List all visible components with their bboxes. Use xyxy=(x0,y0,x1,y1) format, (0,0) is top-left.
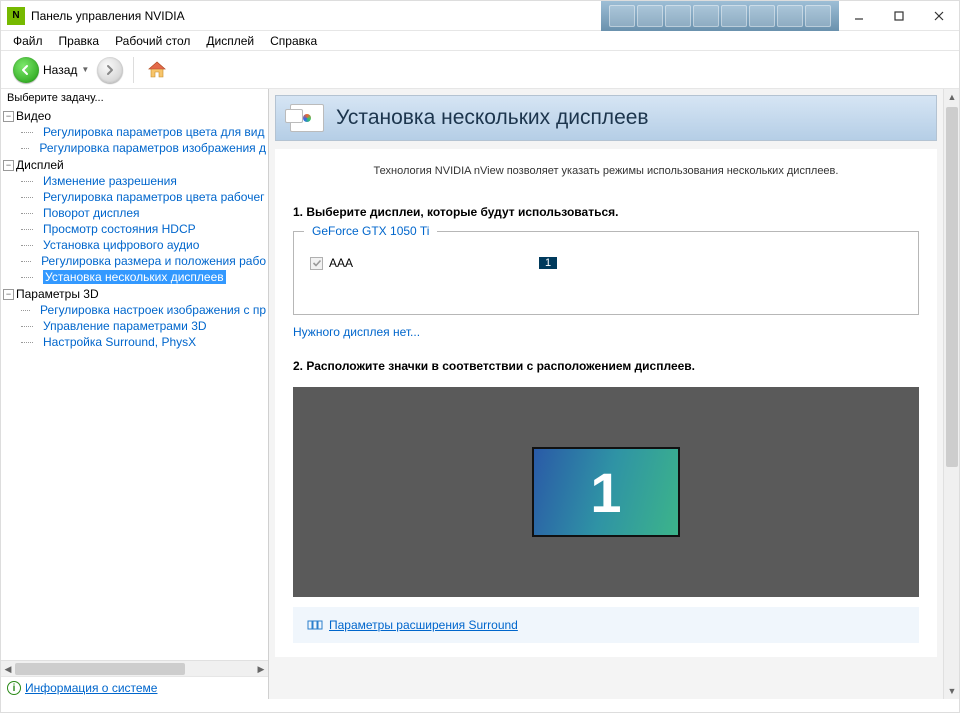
tree-item[interactable]: Регулировка параметров цвета рабочег xyxy=(21,189,266,205)
tool-icon[interactable] xyxy=(805,5,831,27)
tree-item[interactable]: Поворот дисплея xyxy=(21,205,266,221)
home-button[interactable] xyxy=(144,57,170,83)
tree-item-label: Поворот дисплея xyxy=(43,206,140,220)
tree-category[interactable]: −Дисплей xyxy=(3,157,266,173)
app-logo-icon: N xyxy=(7,7,25,25)
tool-strip xyxy=(601,1,839,31)
menu-bar: Файл Правка Рабочий стол Дисплей Справка xyxy=(1,31,959,51)
title-bar: N Панель управления NVIDIA xyxy=(1,1,959,31)
tree-toggle-icon[interactable]: − xyxy=(3,160,14,171)
menu-desktop[interactable]: Рабочий стол xyxy=(107,31,198,50)
window-title: Панель управления NVIDIA xyxy=(31,9,185,23)
scroll-down-icon[interactable]: ▼ xyxy=(944,683,959,699)
tree-category[interactable]: −Видео xyxy=(3,108,266,124)
tool-icon[interactable] xyxy=(637,5,663,27)
gpu-legend: GeForce GTX 1050 Ti xyxy=(304,224,437,238)
tree-category-label: Видео xyxy=(16,109,51,123)
tree-category-label: Параметры 3D xyxy=(16,287,99,301)
info-icon: i xyxy=(7,681,21,695)
minimize-button[interactable] xyxy=(839,1,879,31)
tree-item[interactable]: Регулировка параметров цвета для вид xyxy=(21,124,266,140)
back-label: Назад xyxy=(43,63,77,77)
forward-button[interactable] xyxy=(97,57,123,83)
maximize-button[interactable] xyxy=(879,1,919,31)
tree-item-label: Регулировка размера и положения рабо xyxy=(41,254,266,268)
tree-item-label: Настройка Surround, PhysX xyxy=(43,335,196,349)
display-id-badge: 1 xyxy=(539,257,557,269)
tree-item[interactable]: Просмотр состояния HDCP xyxy=(21,221,266,237)
display-checkbox[interactable] xyxy=(310,257,323,270)
back-button[interactable]: Назад ▼ xyxy=(9,55,93,85)
display-monitor[interactable]: 1 xyxy=(532,447,680,537)
divider xyxy=(133,57,134,83)
content-area: Установка нескольких дисплеев Технология… xyxy=(269,89,959,699)
menu-display[interactable]: Дисплей xyxy=(198,31,262,50)
tree-category[interactable]: −Параметры 3D xyxy=(3,286,266,302)
scroll-up-icon[interactable]: ▲ xyxy=(944,89,959,105)
window-controls xyxy=(839,1,959,31)
missing-display-link[interactable]: Нужного дисплея нет... xyxy=(293,325,420,339)
menu-edit[interactable]: Правка xyxy=(51,31,108,50)
page-title: Установка нескольких дисплеев xyxy=(336,106,649,130)
menu-help[interactable]: Справка xyxy=(262,31,325,50)
tree-toggle-icon[interactable]: − xyxy=(3,289,14,300)
tree-item-label: Регулировка параметров цвета рабочег xyxy=(43,190,265,204)
tree-item[interactable]: Управление параметрами 3D xyxy=(21,318,266,334)
tool-icon[interactable] xyxy=(665,5,691,27)
tool-icon[interactable] xyxy=(749,5,775,27)
display-name: AAA xyxy=(329,256,353,270)
scrollbar-thumb[interactable] xyxy=(946,107,958,467)
tree-toggle-icon[interactable]: − xyxy=(3,111,14,122)
nav-bar: Назад ▼ xyxy=(1,51,959,89)
tool-icon[interactable] xyxy=(609,5,635,27)
tree-category-label: Дисплей xyxy=(16,158,64,172)
tree-item-label: Установка цифрового аудио xyxy=(43,238,199,252)
tree-item-label: Установка нескольких дисплеев xyxy=(43,270,226,284)
tree-item[interactable]: Регулировка настроек изображения с пр xyxy=(21,302,266,318)
page-header: Установка нескольких дисплеев xyxy=(275,95,937,141)
sidebar-header: Выберите задачу... xyxy=(1,89,268,107)
scrollbar-thumb[interactable] xyxy=(15,663,185,675)
system-info-link[interactable]: Информация о системе xyxy=(25,681,157,695)
displays-icon xyxy=(290,104,324,132)
tool-icon[interactable] xyxy=(777,5,803,27)
displays-fieldset: GeForce GTX 1050 Ti AAA 1 xyxy=(293,231,919,315)
display-arrangement-area[interactable]: 1 xyxy=(293,387,919,597)
step2-label: 2. Расположите значки в соответствии с р… xyxy=(293,359,919,373)
tree-item-label: Регулировка параметров цвета для вид xyxy=(43,125,264,139)
tree-item-label: Просмотр состояния HDCP xyxy=(43,222,196,236)
menu-file[interactable]: Файл xyxy=(5,31,51,50)
step1-label: 1. Выберите дисплеи, которые будут испол… xyxy=(293,205,919,219)
back-dropdown-icon[interactable]: ▼ xyxy=(81,65,89,74)
tree-item-label: Регулировка параметров изображения д xyxy=(39,141,266,155)
tree-item[interactable]: Регулировка размера и положения рабо xyxy=(21,253,266,269)
tree-item[interactable]: Изменение разрешения xyxy=(21,173,266,189)
scroll-left-icon[interactable]: ◀ xyxy=(1,661,15,677)
tree-item[interactable]: Регулировка параметров изображения д xyxy=(21,140,266,156)
monitor-number: 1 xyxy=(590,460,621,525)
sidebar-scrollbar[interactable]: ◀ ▶ xyxy=(1,660,268,676)
surround-settings-link[interactable]: Параметры расширения Surround xyxy=(329,618,518,632)
scroll-right-icon[interactable]: ▶ xyxy=(254,661,268,677)
task-tree[interactable]: −ВидеоРегулировка параметров цвета для в… xyxy=(1,107,268,660)
tree-item[interactable]: Установка цифрового аудио xyxy=(21,237,266,253)
close-button[interactable] xyxy=(919,1,959,31)
tree-item-label: Управление параметрами 3D xyxy=(43,319,207,333)
tool-icon[interactable] xyxy=(721,5,747,27)
tree-item-label: Регулировка настроек изображения с пр xyxy=(40,303,266,317)
sidebar: Выберите задачу... −ВидеоРегулировка пар… xyxy=(1,89,269,699)
back-arrow-icon xyxy=(13,57,39,83)
tree-item-label: Изменение разрешения xyxy=(43,174,177,188)
page-description: Технология NVIDIA nView позволяет указат… xyxy=(293,165,919,177)
content-scrollbar[interactable]: ▲ ▼ xyxy=(943,89,959,699)
tool-icon[interactable] xyxy=(693,5,719,27)
surround-icon xyxy=(307,617,323,633)
tree-item[interactable]: Настройка Surround, PhysX xyxy=(21,334,266,350)
tree-item[interactable]: Установка нескольких дисплеев xyxy=(21,269,266,285)
